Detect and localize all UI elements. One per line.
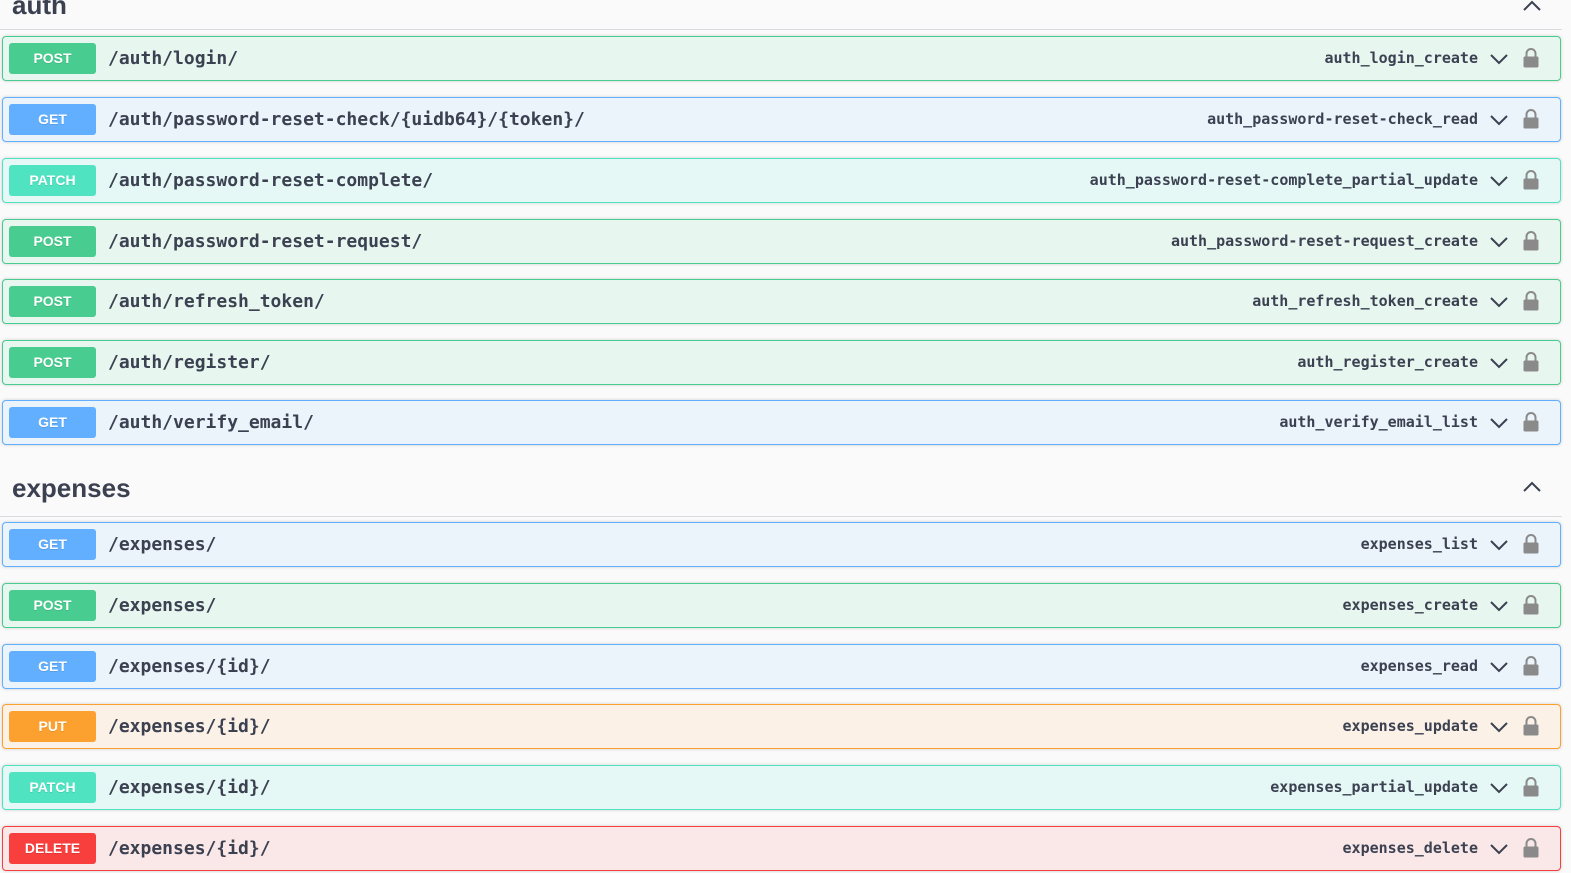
chevron-down-icon[interactable] xyxy=(1489,232,1509,252)
operation-row[interactable]: POST /auth/refresh_token/ auth_refresh_t… xyxy=(2,279,1561,324)
chevron-down-icon[interactable] xyxy=(1489,657,1509,677)
lock-icon[interactable] xyxy=(1522,837,1540,859)
lock-icon[interactable] xyxy=(1522,411,1540,433)
lock-icon[interactable] xyxy=(1522,776,1540,798)
operation-row[interactable]: POST /auth/login/ auth_login_create xyxy=(2,36,1561,81)
operation-path: /expenses/ xyxy=(108,534,217,555)
operation-row[interactable]: PATCH /auth/password-reset-complete/ aut… xyxy=(2,158,1561,203)
lock-icon[interactable] xyxy=(1522,290,1540,312)
method-badge: GET xyxy=(9,651,96,682)
operation-row[interactable]: POST /expenses/ expenses_create xyxy=(2,583,1561,628)
chevron-down-icon[interactable] xyxy=(1489,353,1509,373)
section-header-auth[interactable]: auth xyxy=(0,0,1562,30)
chevron-down-icon[interactable] xyxy=(1489,171,1509,191)
operation-id: expenses_read xyxy=(1360,657,1478,675)
method-badge: PATCH xyxy=(9,165,96,196)
operation-path: /auth/password-reset-request/ xyxy=(108,231,423,252)
operation-id: expenses_list xyxy=(1360,535,1478,553)
chevron-down-icon[interactable] xyxy=(1489,596,1509,616)
section-title: expenses xyxy=(12,473,131,503)
operation-id: auth_verify_email_list xyxy=(1279,413,1478,431)
operation-id: auth_login_create xyxy=(1324,49,1478,67)
operation-row[interactable]: GET /expenses/{id}/ expenses_read xyxy=(2,644,1561,689)
operation-path: /auth/register/ xyxy=(108,352,271,373)
section-header-expenses[interactable]: expenses xyxy=(0,462,1562,517)
chevron-down-icon[interactable] xyxy=(1489,292,1509,312)
operation-path: /auth/verify_email/ xyxy=(108,412,314,433)
chevron-down-icon[interactable] xyxy=(1489,110,1509,130)
operation-path: /auth/password-reset-complete/ xyxy=(108,170,434,191)
operation-path: /auth/refresh_token/ xyxy=(108,291,325,312)
swagger-page: auth POST /auth/login/ auth_login_create… xyxy=(0,0,1571,873)
chevron-down-icon[interactable] xyxy=(1489,413,1509,433)
operation-row[interactable]: POST /auth/register/ auth_register_creat… xyxy=(2,340,1561,385)
method-badge: POST xyxy=(9,590,96,621)
method-badge: PATCH xyxy=(9,772,96,803)
lock-icon[interactable] xyxy=(1522,655,1540,677)
method-badge: POST xyxy=(9,347,96,378)
operation-path: /auth/password-reset-check/{uidb64}/{tok… xyxy=(108,109,585,130)
method-badge: POST xyxy=(9,286,96,317)
lock-icon[interactable] xyxy=(1522,594,1540,616)
operation-row[interactable]: POST /auth/password-reset-request/ auth_… xyxy=(2,219,1561,264)
operation-id: auth_register_create xyxy=(1297,353,1478,371)
operation-row[interactable]: PUT /expenses/{id}/ expenses_update xyxy=(2,704,1561,749)
operation-path: /expenses/ xyxy=(108,595,217,616)
operation-id: expenses_partial_update xyxy=(1270,778,1478,796)
chevron-up-icon[interactable] xyxy=(1520,475,1544,499)
method-badge: GET xyxy=(9,104,96,135)
operation-path: /auth/login/ xyxy=(108,48,239,69)
chevron-down-icon[interactable] xyxy=(1489,535,1509,555)
lock-icon[interactable] xyxy=(1522,169,1540,191)
method-badge: GET xyxy=(9,407,96,438)
operation-path: /expenses/{id}/ xyxy=(108,838,271,859)
lock-icon[interactable] xyxy=(1522,230,1540,252)
operation-row[interactable]: GET /auth/password-reset-check/{uidb64}/… xyxy=(2,97,1561,142)
section-title: auth xyxy=(12,0,67,20)
operation-path: /expenses/{id}/ xyxy=(108,656,271,677)
lock-icon[interactable] xyxy=(1522,715,1540,737)
operation-id: auth_refresh_token_create xyxy=(1252,292,1478,310)
operation-row[interactable]: PATCH /expenses/{id}/ expenses_partial_u… xyxy=(2,765,1561,810)
method-badge: GET xyxy=(9,529,96,560)
operation-row[interactable]: GET /expenses/ expenses_list xyxy=(2,522,1561,567)
lock-icon[interactable] xyxy=(1522,47,1540,69)
lock-icon[interactable] xyxy=(1522,351,1540,373)
chevron-up-icon[interactable] xyxy=(1520,0,1544,18)
method-badge: POST xyxy=(9,43,96,74)
chevron-down-icon[interactable] xyxy=(1489,839,1509,859)
method-badge: POST xyxy=(9,226,96,257)
operation-id: auth_password-reset-request_create xyxy=(1170,232,1478,250)
chevron-down-icon[interactable] xyxy=(1489,778,1509,798)
lock-icon[interactable] xyxy=(1522,108,1540,130)
operation-path: /expenses/{id}/ xyxy=(108,716,271,737)
method-badge: DELETE xyxy=(9,833,96,864)
chevron-down-icon[interactable] xyxy=(1489,717,1509,737)
method-badge: PUT xyxy=(9,711,96,742)
chevron-down-icon[interactable] xyxy=(1489,49,1509,69)
operation-id: expenses_create xyxy=(1342,596,1478,614)
operation-row[interactable]: DELETE /expenses/{id}/ expenses_delete xyxy=(2,826,1561,871)
operation-id: expenses_delete xyxy=(1342,839,1478,857)
operation-path: /expenses/{id}/ xyxy=(108,777,271,798)
operation-id: auth_password-reset-check_read xyxy=(1207,110,1478,128)
operation-id: expenses_update xyxy=(1342,717,1478,735)
lock-icon[interactable] xyxy=(1522,533,1540,555)
operation-row[interactable]: GET /auth/verify_email/ auth_verify_emai… xyxy=(2,400,1561,445)
operation-id: auth_password-reset-complete_partial_upd… xyxy=(1089,171,1478,189)
